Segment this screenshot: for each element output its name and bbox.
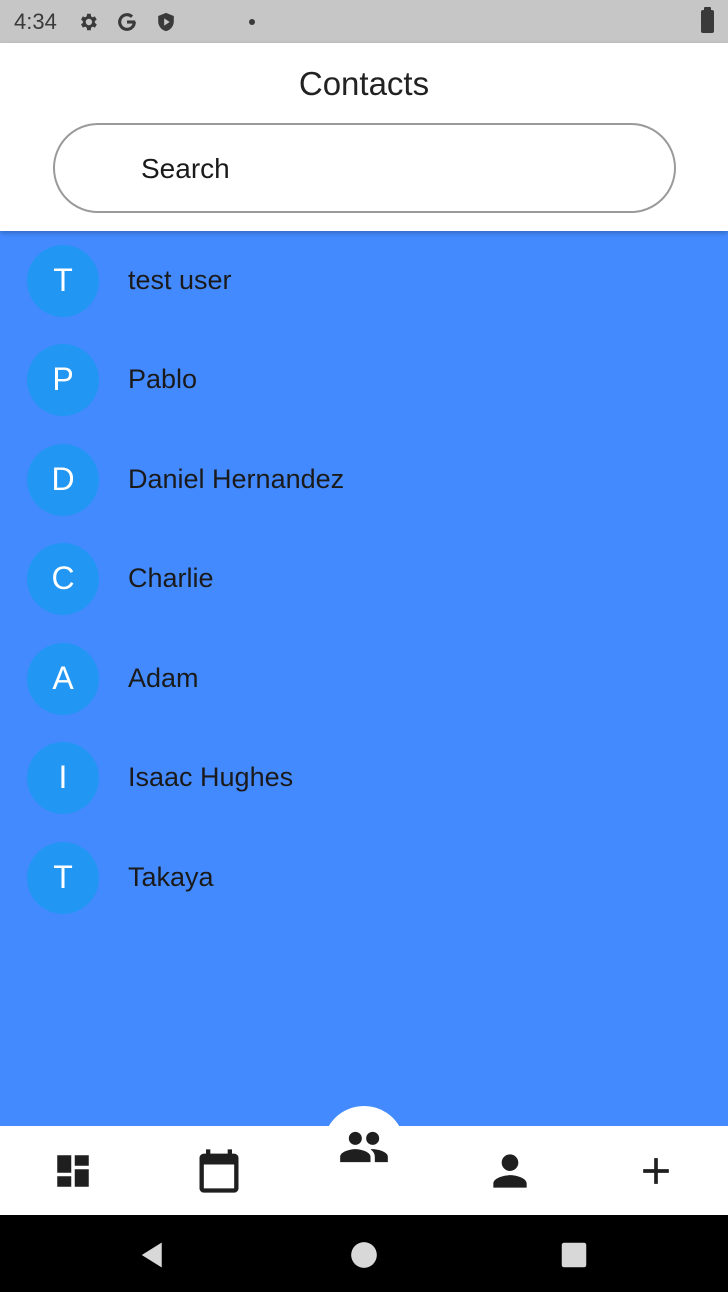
contact-list-item[interactable]: I Isaac Hughes [0,728,728,827]
nav-add-button[interactable] [626,1141,686,1201]
battery-icon [701,7,714,33]
avatar: I [27,741,99,814]
contact-name: Takaya [128,862,214,892]
avatar: D [27,443,99,516]
contact-list-item[interactable]: A Adam [0,629,728,728]
contact-name: Pablo [128,364,198,394]
bottom-navigation [0,1100,728,1215]
people-icon [340,1131,388,1163]
contact-name: Daniel Hernandez [128,464,345,494]
contact-list-item[interactable]: T test user [0,231,728,330]
nav-profile-button[interactable] [480,1141,540,1201]
dashboard-icon [57,1155,89,1187]
avatar: C [27,542,99,615]
search-input[interactable] [139,147,619,191]
back-icon [141,1242,162,1268]
contact-name: test user [128,265,232,295]
avatar: T [27,244,99,317]
status-time: 4:34 [14,8,57,34]
nav-calendar-button[interactable] [189,1141,249,1201]
recents-button[interactable] [549,1233,599,1277]
plus-icon [643,1158,669,1184]
contact-list-item[interactable]: C Charlie [0,529,728,628]
google-icon [116,11,138,33]
header: Contacts [0,43,728,231]
search-box[interactable] [53,123,676,213]
avatar: T [27,841,99,914]
nav-contacts-button[interactable] [323,1106,405,1188]
status-bar: 4:34 [0,0,728,43]
home-icon [351,1242,377,1268]
home-button[interactable] [339,1233,389,1277]
calendar-icon [199,1149,239,1193]
contact-name: Adam [128,663,199,693]
gear-icon [77,11,99,33]
nav-dashboard-button[interactable] [43,1141,103,1201]
shield-icon [155,11,177,33]
contact-list-item[interactable]: P Pablo [0,330,728,429]
contact-list-item[interactable]: D Daniel Hernandez [0,430,728,529]
contact-list: T test user P Pablo D Daniel Hernandez C… [0,231,728,1126]
system-navigation-bar [0,1215,728,1292]
recents-icon [561,1242,587,1268]
person-icon [493,1154,527,1188]
contact-name: Charlie [128,563,214,593]
avatar: A [27,642,99,715]
avatar: P [27,343,99,416]
back-button[interactable] [128,1233,178,1277]
contact-list-item[interactable]: T Takaya [0,828,728,927]
page-title: Contacts [298,65,430,102]
contact-name: Isaac Hughes [128,762,294,792]
notification-dot-icon [248,18,255,25]
